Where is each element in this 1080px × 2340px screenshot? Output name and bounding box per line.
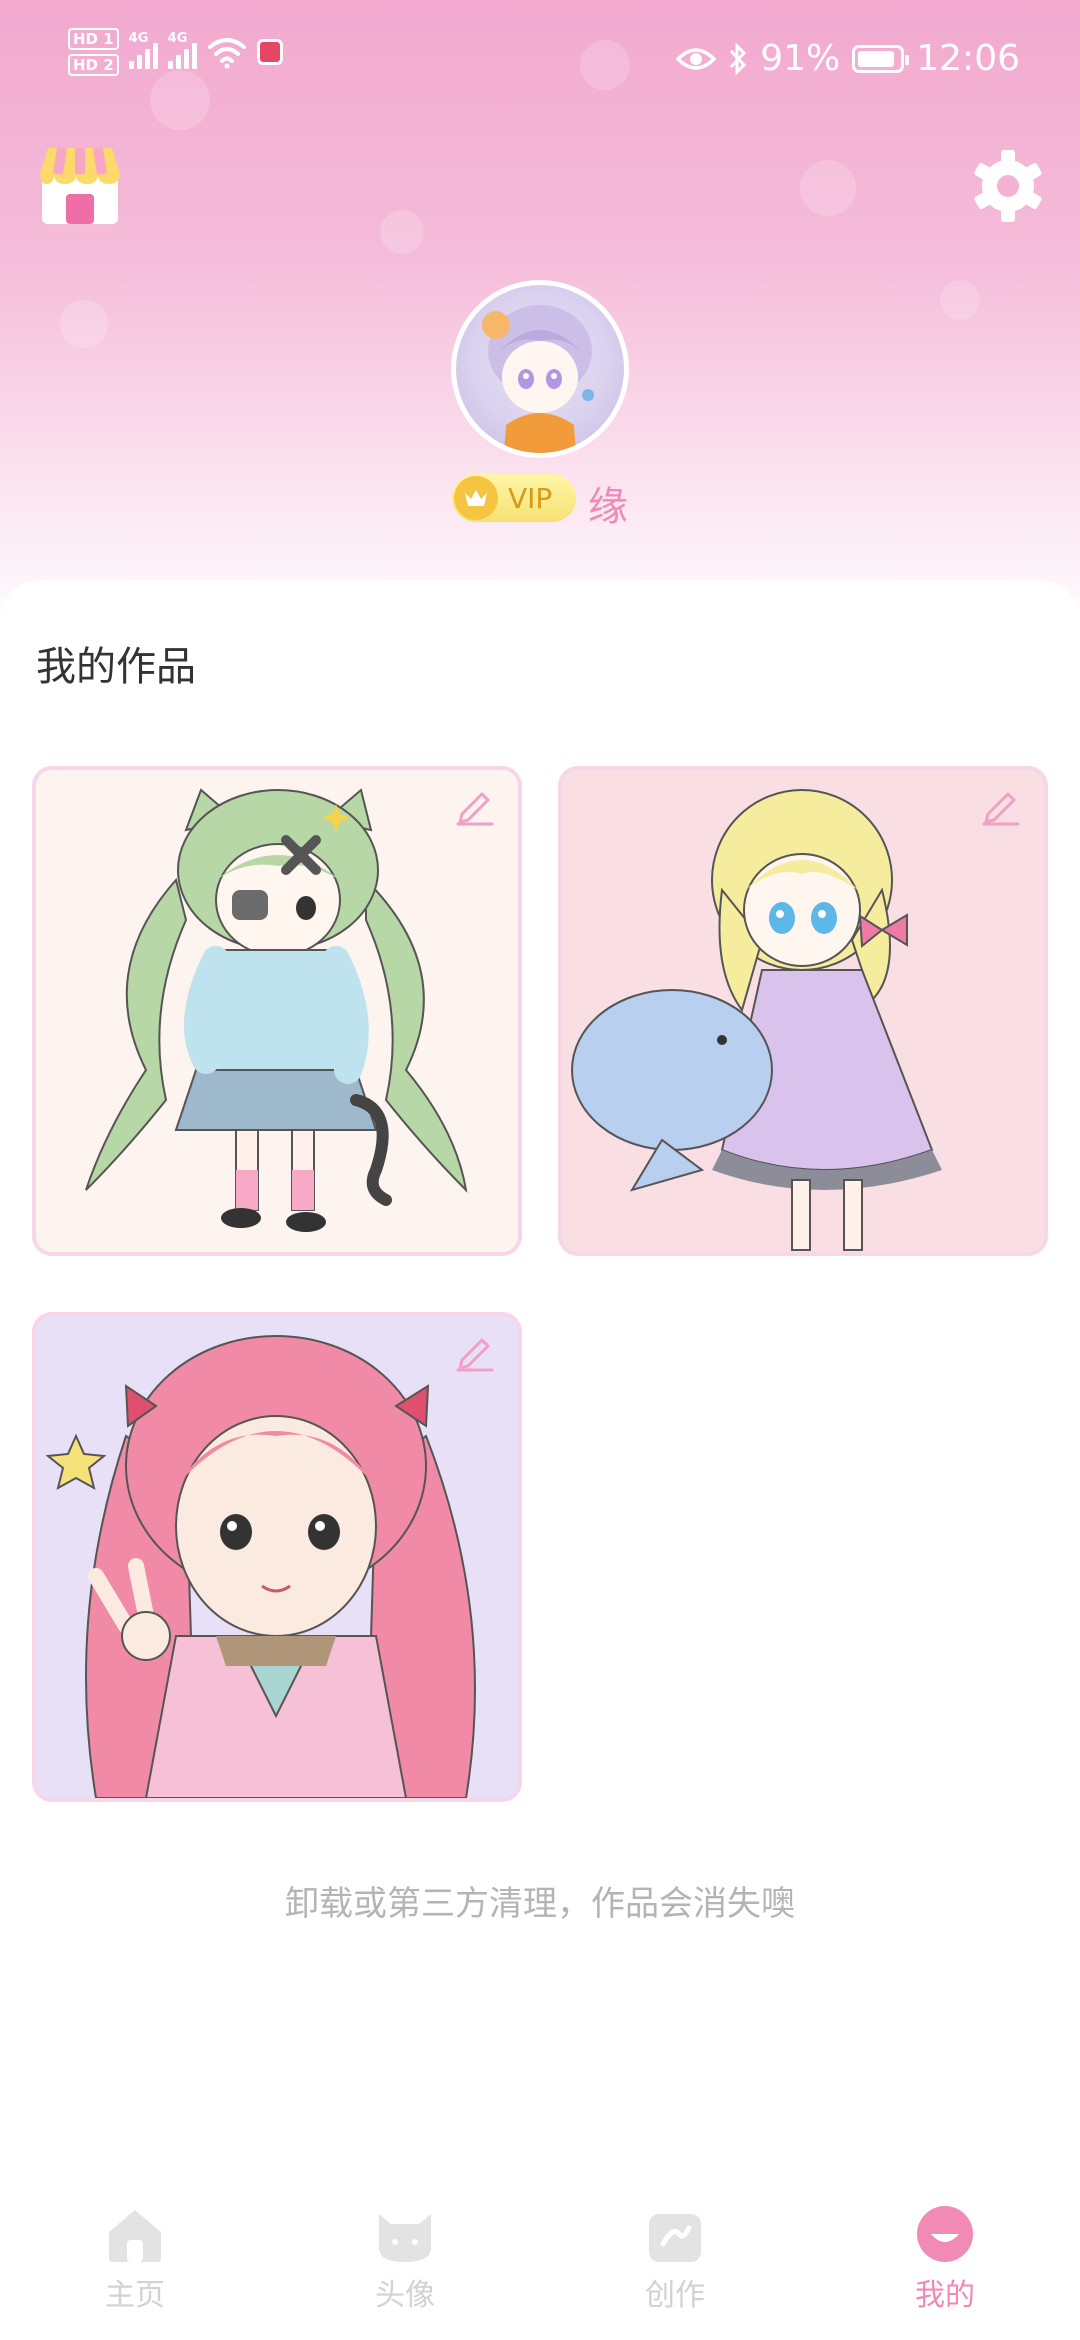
artwork-card-3[interactable] <box>32 1312 522 1802</box>
bluetooth-icon <box>730 41 747 76</box>
tab-profile[interactable]: 我的 <box>810 2190 1080 2340</box>
status-bar: HD 1 HD 2 4G 4G 91% 12:06 <box>0 0 1080 120</box>
edit-icon[interactable] <box>452 784 496 828</box>
wifi-icon <box>207 38 246 69</box>
data-loss-hint: 卸载或第三方清理，作品会消失噢 <box>285 1884 795 1924</box>
artwork-image <box>571 789 942 1251</box>
tab-label: 我的 <box>915 2278 975 2313</box>
eye-icon <box>676 47 717 70</box>
tab-label: 主页 <box>105 2278 165 2313</box>
notification-icon <box>256 39 283 65</box>
tab-label: 创作 <box>645 2278 705 2313</box>
signal-icon-1: 4G <box>128 31 158 69</box>
edit-icon[interactable] <box>978 784 1022 828</box>
vip-badge[interactable]: VIP <box>452 474 576 522</box>
username[interactable]: 缘 <box>588 474 628 532</box>
artwork-card-2[interactable] <box>558 766 1048 1256</box>
home-icon <box>109 2210 161 2262</box>
battery-percent: 91% <box>760 38 841 79</box>
tab-create[interactable]: 创作 <box>540 2190 810 2340</box>
battery-icon <box>852 44 910 73</box>
artwork-image <box>45 1335 476 1798</box>
hd-indicator-2: HD 2 <box>68 54 119 76</box>
create-icon <box>649 2214 701 2262</box>
clock: 12:06 <box>916 38 1020 79</box>
tab-label: 头像 <box>375 2278 435 2313</box>
signal-icon-2: 4G <box>167 31 197 69</box>
profile-icon <box>917 2206 973 2262</box>
vip-label: VIP <box>508 481 553 515</box>
hd-indicator-1: HD 1 <box>68 28 119 50</box>
edit-icon[interactable] <box>452 1330 496 1374</box>
artwork-card-1[interactable] <box>32 766 522 1256</box>
avatar[interactable] <box>451 280 629 458</box>
crown-icon <box>454 476 498 520</box>
avatar-illustration <box>482 305 594 453</box>
tab-home[interactable]: 主页 <box>0 2190 270 2340</box>
section-title: 我的作品 <box>36 644 196 690</box>
bottom-tab-bar: 主页 头像 创作 我的 <box>0 2190 1080 2340</box>
tab-avatar[interactable]: 头像 <box>270 2190 540 2340</box>
gear-icon[interactable] <box>970 148 1046 224</box>
shop-icon[interactable] <box>36 140 124 232</box>
profile-screen: HD 1 HD 2 4G 4G 91% 12:06 VIP 缘 我的作品 卸载或… <box>0 0 1080 2340</box>
cat-face-icon <box>379 2214 431 2262</box>
artwork-image <box>85 788 468 1232</box>
